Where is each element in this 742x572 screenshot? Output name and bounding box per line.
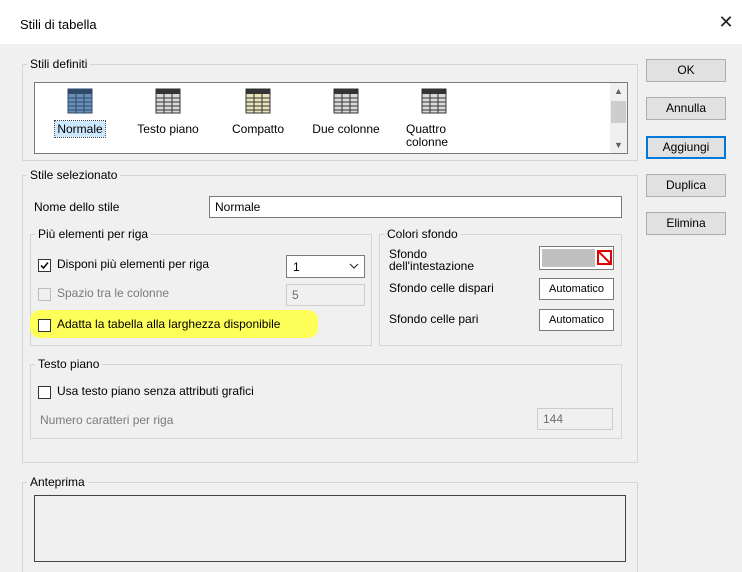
title-bar: Stili di tabella ✕ <box>0 0 742 44</box>
style-item-testo-piano[interactable]: Testo piano <box>123 83 213 153</box>
header-color-swatch <box>542 249 595 267</box>
column-spacing-checkbox[interactable] <box>38 288 51 301</box>
column-spacing-label: Spazio tra le colonne <box>57 286 170 300</box>
plain-text-legend: Testo piano <box>38 357 100 371</box>
column-spacing-input[interactable]: 5 <box>286 284 365 306</box>
close-icon[interactable]: ✕ <box>714 10 738 34</box>
style-name-input[interactable]: Normale <box>209 196 622 218</box>
scrollbar-thumb[interactable] <box>611 101 626 123</box>
preview-area <box>34 495 626 562</box>
table-grid-icon <box>421 88 447 114</box>
use-plain-text-checkbox[interactable] <box>38 386 51 399</box>
duplicate-button[interactable]: Duplica <box>646 174 726 197</box>
background-colors-legend: Colori sfondo <box>387 227 458 241</box>
add-button[interactable]: Aggiungi <box>646 136 726 159</box>
header-background-label: Sfondo dell'intestazione <box>389 248 489 274</box>
table-grid-icon <box>333 88 359 114</box>
selected-style-legend: Stile selezionato <box>30 168 118 182</box>
items-per-row-select[interactable]: 1 <box>286 255 365 278</box>
window-title: Stili di tabella <box>20 17 97 32</box>
items-per-row-value: 1 <box>293 260 300 274</box>
table-grid-icon <box>155 88 181 114</box>
checkmark-icon <box>40 262 49 270</box>
gallery-scrollbar[interactable]: ▲ ▼ <box>610 83 627 153</box>
header-background-button[interactable] <box>539 246 614 270</box>
chars-per-row-label: Numero caratteri per riga <box>40 413 174 427</box>
preview-legend: Anteprima <box>30 475 85 489</box>
scroll-up-icon[interactable]: ▲ <box>610 83 627 99</box>
delete-button[interactable]: Elimina <box>646 212 726 235</box>
style-item-label: Testo piano <box>137 122 199 136</box>
defined-styles-legend: Stili definiti <box>30 57 88 71</box>
fit-width-label: Adatta la tabella alla larghezza disponi… <box>57 317 281 331</box>
use-plain-text-label: Usa testo piano senza attributi grafici <box>57 384 254 398</box>
cancel-button[interactable]: Annulla <box>646 97 726 120</box>
header-background-text: Sfondo dell'intestazione <box>389 248 475 273</box>
table-grid-icon <box>245 88 271 114</box>
arrange-multiple-label: Disponi più elementi per riga <box>57 257 210 271</box>
chars-per-row-input[interactable]: 144 <box>537 408 613 430</box>
styles-gallery[interactable]: Normale Testo piano Compatto Due colonne… <box>34 82 628 154</box>
style-item-normale[interactable]: Normale <box>35 83 125 153</box>
style-name-label: Nome dello stile <box>34 200 120 214</box>
odd-cells-background-label: Sfondo celle dispari <box>389 281 494 295</box>
no-color-icon <box>597 250 612 265</box>
arrange-multiple-checkbox[interactable] <box>38 259 51 272</box>
table-grid-icon <box>67 88 93 114</box>
style-item-due-colonne[interactable]: Due colonne <box>301 83 391 153</box>
multi-items-legend: Più elementi per riga <box>38 227 149 241</box>
style-item-label: Compatto <box>231 122 285 136</box>
odd-cells-background-button[interactable]: Automatico <box>539 278 614 300</box>
style-item-compatto[interactable]: Compatto <box>213 83 303 153</box>
chevron-down-icon <box>349 263 359 269</box>
style-item-label: Normale <box>54 120 106 138</box>
style-item-label: Quattro colonne <box>406 122 449 149</box>
ok-button[interactable]: OK <box>646 59 726 82</box>
even-cells-background-label: Sfondo celle pari <box>389 312 479 326</box>
fit-width-checkbox[interactable] <box>38 319 51 332</box>
style-item-label: Due colonne <box>312 122 380 136</box>
style-item-quattro-colonne[interactable]: Quattro colonne <box>389 83 479 153</box>
even-cells-background-button[interactable]: Automatico <box>539 309 614 331</box>
scroll-down-icon[interactable]: ▼ <box>610 137 627 153</box>
